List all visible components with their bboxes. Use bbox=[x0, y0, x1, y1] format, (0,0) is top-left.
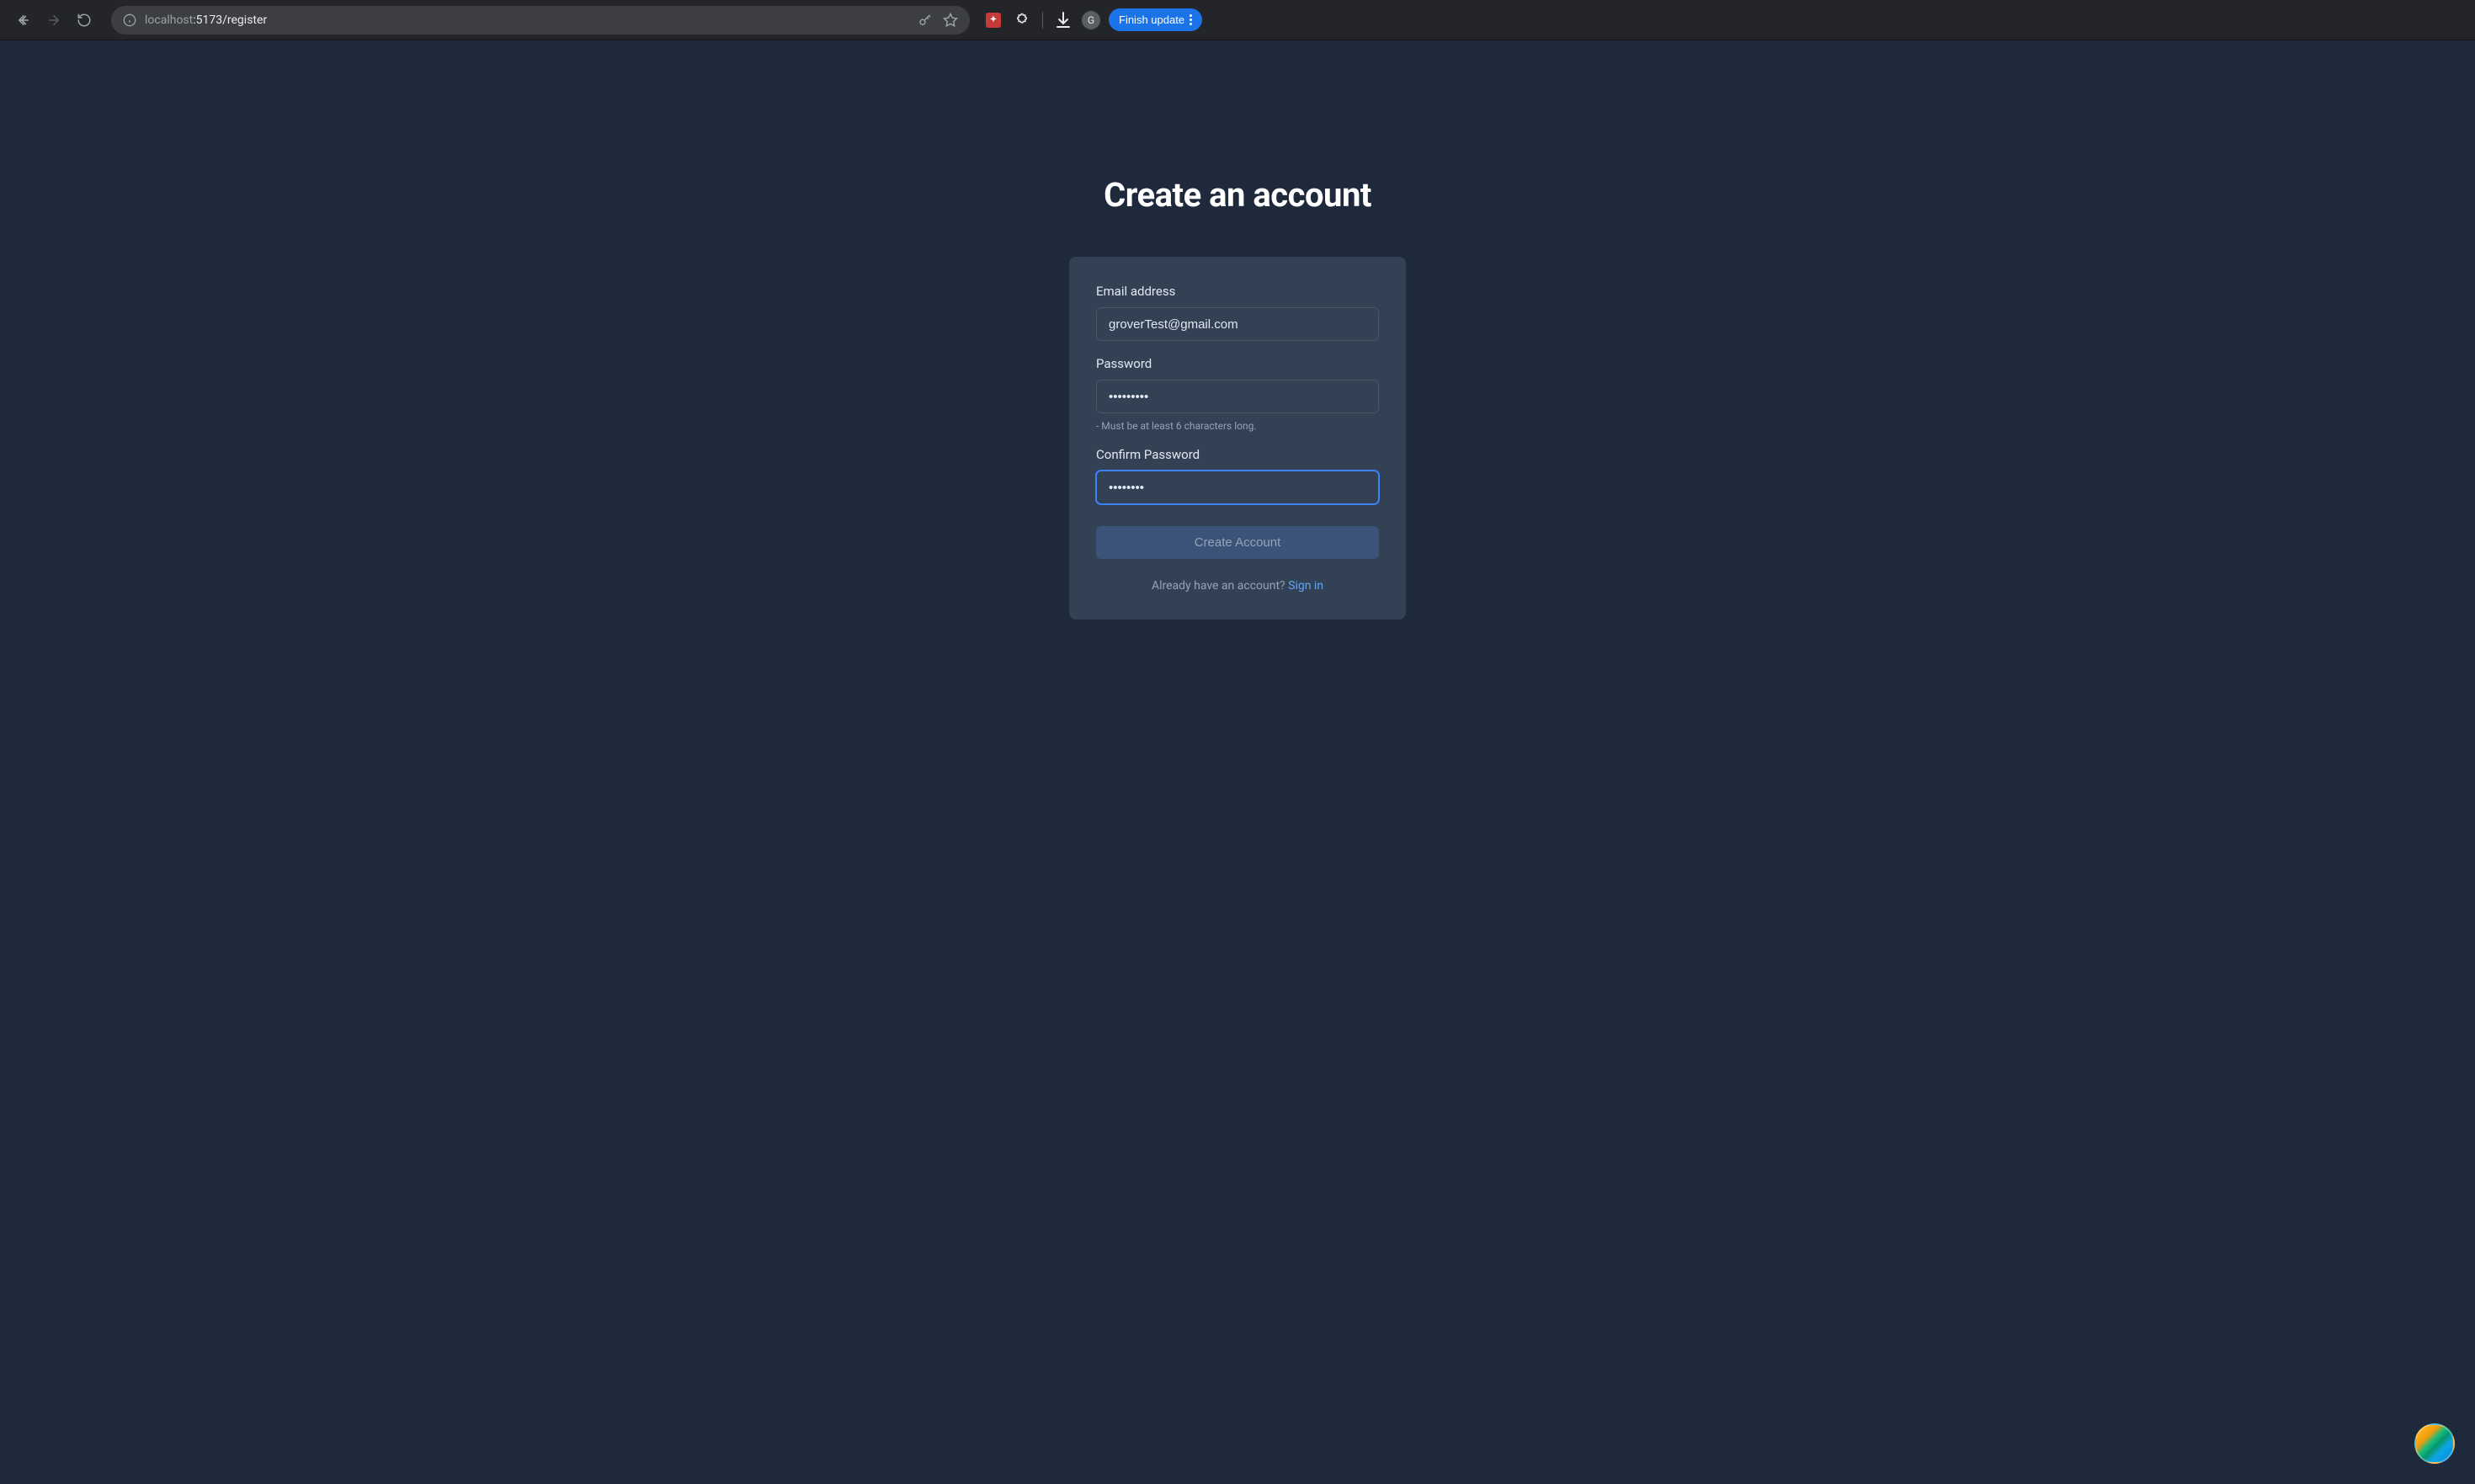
chrome-right: ✦ G Finish update bbox=[983, 8, 1202, 31]
extension-raycast-icon[interactable]: ✦ bbox=[983, 10, 1003, 30]
password-group: Password - Must be at least 6 characters… bbox=[1096, 356, 1379, 432]
toolbar-divider bbox=[1042, 12, 1043, 29]
extensions-puzzle-icon[interactable] bbox=[1012, 10, 1032, 30]
back-button[interactable] bbox=[10, 7, 37, 34]
address-bar-container: localhost:5173/register bbox=[111, 6, 970, 35]
email-input[interactable] bbox=[1096, 307, 1379, 341]
signin-row: Already have an account? Sign in bbox=[1096, 579, 1379, 593]
site-info-icon[interactable] bbox=[123, 13, 136, 27]
page-content: Create an account Email address Password… bbox=[0, 40, 2475, 1484]
address-actions bbox=[918, 13, 958, 28]
confirm-password-input[interactable] bbox=[1096, 471, 1379, 504]
password-input[interactable] bbox=[1096, 380, 1379, 413]
signin-link[interactable]: Sign in bbox=[1288, 579, 1323, 593]
browser-chrome: localhost:5173/register bbox=[0, 0, 2475, 40]
signin-prompt: Already have an account? bbox=[1152, 579, 1288, 593]
more-menu-icon bbox=[1190, 14, 1192, 25]
password-helper-text: - Must be at least 6 characters long. bbox=[1096, 420, 1379, 432]
bookmark-star-icon[interactable] bbox=[943, 13, 958, 28]
password-key-icon[interactable] bbox=[918, 13, 933, 28]
url-text: localhost:5173/register bbox=[145, 13, 909, 27]
page-title: Create an account bbox=[1104, 175, 1371, 215]
confirm-password-group: Confirm Password bbox=[1096, 447, 1379, 504]
email-group: Email address bbox=[1096, 284, 1379, 341]
create-account-button[interactable]: Create Account bbox=[1096, 526, 1379, 559]
confirm-password-label: Confirm Password bbox=[1096, 447, 1379, 462]
forward-button[interactable] bbox=[40, 7, 67, 34]
downloads-icon[interactable] bbox=[1053, 10, 1073, 30]
address-bar[interactable]: localhost:5173/register bbox=[111, 6, 970, 35]
profile-avatar[interactable]: G bbox=[1082, 11, 1100, 29]
finish-update-button[interactable]: Finish update bbox=[1109, 8, 1202, 31]
password-label: Password bbox=[1096, 356, 1379, 371]
floating-badge-icon[interactable] bbox=[2414, 1423, 2455, 1464]
register-form-card: Email address Password - Must be at leas… bbox=[1069, 257, 1406, 620]
email-label: Email address bbox=[1096, 284, 1379, 299]
nav-buttons bbox=[10, 7, 98, 34]
reload-button[interactable] bbox=[71, 7, 98, 34]
